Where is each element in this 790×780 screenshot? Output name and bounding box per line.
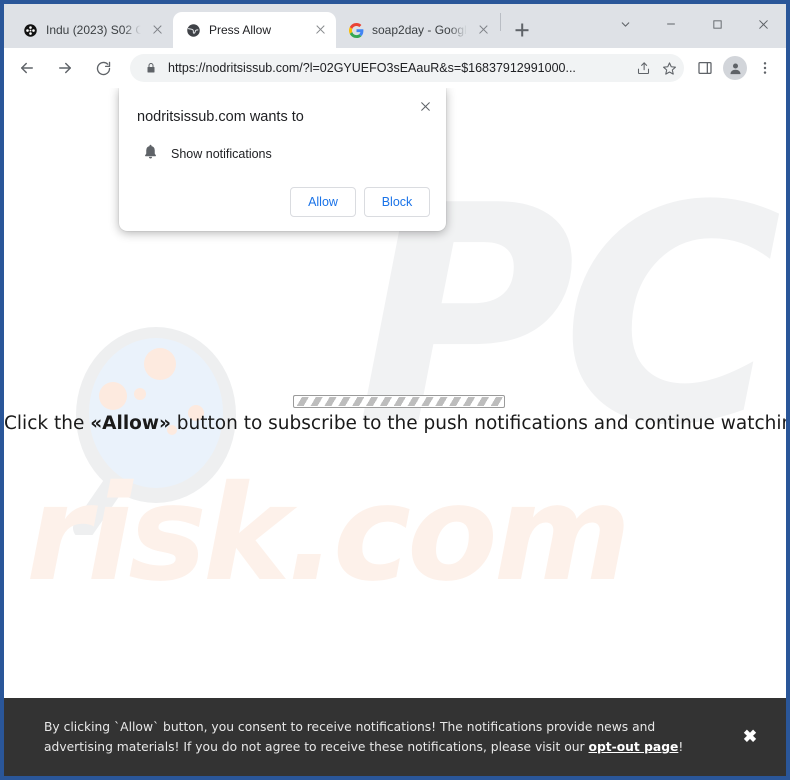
back-icon[interactable] (11, 52, 43, 84)
tab-title: soap2day - Google (372, 23, 467, 37)
dialog-actions: Allow Block (137, 187, 430, 217)
dialog-title: nodritsissub.com wants to (137, 109, 304, 125)
watermark-risk-text: risk.com (26, 457, 631, 611)
tab-indu[interactable]: Indu (2023) S02 Co (10, 12, 173, 48)
forward-icon[interactable] (49, 52, 81, 84)
bell-icon (142, 143, 159, 165)
avatar (723, 56, 747, 80)
browser-window: Indu (2023) S02 Co Press Allow soap2day … (0, 0, 790, 780)
three-dot-menu-icon[interactable] (750, 53, 780, 83)
cta-allow-emphasis: «Allow» (90, 413, 171, 434)
window-controls (602, 4, 786, 44)
browser-toolbar: https://nodritsissub.com/?l=02GYUEFO3sEA… (4, 48, 786, 88)
consent-line2-before: you do not agree to receive these notifi… (195, 740, 589, 754)
new-tab-button[interactable] (508, 16, 536, 44)
page-viewport: PC risk.com Click the «Allow» button to … (4, 88, 786, 776)
film-reel-icon (22, 22, 38, 38)
cta-suffix: button to subscribe to the push notifica… (170, 413, 786, 434)
tab-search-chevron-down-icon[interactable] (602, 8, 648, 40)
star-icon[interactable] (660, 59, 678, 77)
minimize-icon[interactable] (648, 8, 694, 40)
side-panel-icon[interactable] (690, 53, 720, 83)
address-bar[interactable]: https://nodritsissub.com/?l=02GYUEFO3sEA… (130, 54, 684, 82)
share-icon[interactable] (634, 59, 652, 77)
notification-permission-dialog: nodritsissub.com wants to Show notificat… (119, 88, 446, 231)
block-button[interactable]: Block (364, 187, 430, 217)
url-text: https://nodritsissub.com/?l=02GYUEFO3sEA… (168, 61, 576, 75)
google-icon (348, 22, 364, 38)
tab-divider (500, 12, 501, 31)
maximize-icon[interactable] (694, 8, 740, 40)
consent-line2-after: ! (678, 740, 684, 754)
opt-out-link[interactable]: opt-out page (589, 740, 679, 754)
browser-chrome: Indu (2023) S02 Co Press Allow soap2day … (4, 4, 786, 88)
consent-close-icon[interactable]: ✖ (730, 717, 770, 757)
tab-close-icon[interactable] (312, 22, 328, 38)
tab-title: Indu (2023) S02 Co (46, 23, 141, 37)
globe-icon (185, 22, 201, 38)
lock-icon[interactable] (142, 59, 160, 77)
consent-banner: By clicking `Allow` button, you consent … (4, 698, 786, 776)
permission-label: Show notifications (171, 147, 272, 161)
cta-prefix: Click the (4, 413, 91, 434)
dialog-close-icon[interactable] (414, 95, 436, 117)
allow-button[interactable]: Allow (290, 187, 356, 217)
tab-close-icon[interactable] (149, 22, 165, 38)
close-icon[interactable] (740, 8, 786, 40)
tab-title: Press Allow (209, 23, 272, 37)
loading-progress-bar (293, 395, 505, 408)
tab-strip: Indu (2023) S02 Co Press Allow soap2day … (4, 4, 786, 48)
permission-row: Show notifications (137, 143, 430, 165)
tab-press-allow[interactable]: Press Allow (173, 12, 336, 48)
reload-icon[interactable] (87, 52, 119, 84)
profile-avatar-icon[interactable] (720, 53, 750, 83)
consent-text: By clicking `Allow` button, you consent … (44, 717, 724, 758)
call-to-action-text: Click the «Allow» button to subscribe to… (4, 413, 786, 434)
tab-soap2day[interactable]: soap2day - Google (336, 12, 499, 48)
tab-close-icon[interactable] (475, 22, 491, 38)
